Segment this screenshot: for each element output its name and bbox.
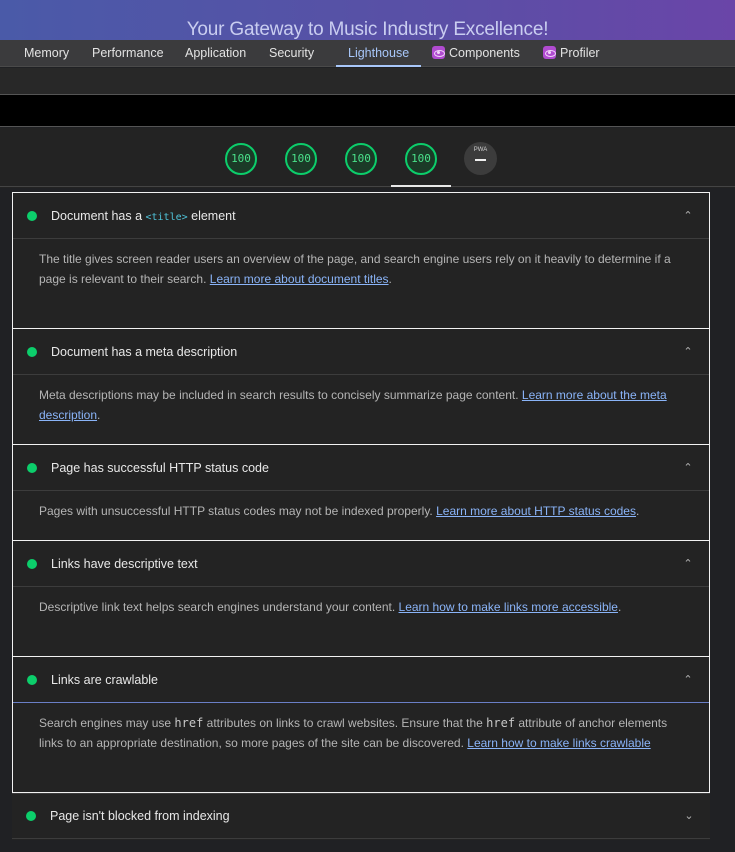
tab-application[interactable]: Application: [183, 40, 248, 67]
audit-is-crawlable: Page isn't blocked from indexing ⌄: [12, 793, 710, 840]
audit-description: Descriptive link text helps search engin…: [39, 600, 622, 614]
pass-status-icon: [27, 558, 37, 569]
tab-label: Application: [185, 46, 247, 60]
pass-status-icon: [27, 674, 37, 685]
banner-title: Your Gateway to Music Industry Excellenc…: [186, 19, 549, 40]
pass-status-icon: [27, 346, 37, 357]
learn-more-link[interactable]: Learn how to make links more accessible: [399, 600, 618, 614]
tab-label: Memory: [24, 46, 70, 60]
audit-document-title: Document has a <title> element ⌃ The tit…: [12, 192, 710, 329]
learn-more-link[interactable]: Learn more about HTTP status codes: [436, 504, 636, 518]
tab-security[interactable]: Security: [267, 40, 316, 67]
score-gauge-seo[interactable]: 100: [405, 143, 437, 175]
report-topbar: [0, 95, 735, 127]
tab-performance[interactable]: Performance: [90, 40, 166, 67]
tab-profiler[interactable]: Profiler: [541, 40, 602, 67]
audit-list: Document has a <title> element ⌃ The tit…: [0, 188, 735, 852]
pwa-label: PWA: [473, 147, 488, 153]
audit-description: Pages with unsuccessful HTTP status code…: [39, 504, 640, 518]
audit-title: Links are crawlable: [51, 672, 158, 687]
chevron-up-icon[interactable]: ⌃: [681, 461, 695, 475]
audit-header[interactable]: Document has a <title> element ⌃: [13, 193, 709, 239]
learn-more-link[interactable]: Learn how to make links crawlable: [467, 736, 650, 750]
audit-title: Page has successful HTTP status code: [51, 460, 269, 475]
audit-title: Document has a meta description: [51, 344, 238, 359]
chevron-up-icon[interactable]: ⌃: [681, 209, 695, 223]
chevron-up-icon[interactable]: ⌃: [681, 345, 695, 359]
learn-more-link[interactable]: Learn more about document titles: [210, 272, 389, 286]
score-gauge-best-practices[interactable]: 100: [345, 143, 377, 175]
audit-meta-description: Document has a meta description ⌃ Meta d…: [12, 328, 710, 445]
page-banner: Your Gateway to Music Industry Excellenc…: [0, 0, 735, 40]
audit-header[interactable]: Links are crawlable ⌃: [13, 657, 709, 703]
chevron-down-icon[interactable]: ⌄: [682, 809, 696, 823]
audit-description: The title gives screen reader users an o…: [39, 252, 671, 286]
audit-header[interactable]: Page isn't blocked from indexing ⌄: [12, 793, 710, 839]
pass-status-icon: [27, 210, 37, 221]
score-gauge-accessibility[interactable]: 100: [285, 143, 317, 175]
audit-http-status-code: Page has successful HTTP status code ⌃ P…: [12, 444, 710, 541]
chevron-up-icon[interactable]: ⌃: [681, 557, 695, 571]
lighthouse-toolbar: [0, 68, 735, 95]
tab-label: Security: [269, 46, 315, 60]
devtools-tab-bar: Memory Performance Application Security …: [0, 40, 735, 67]
audit-description: Search engines may use href attributes o…: [39, 716, 668, 750]
audit-title: Page isn't blocked from indexing: [50, 809, 230, 823]
divider: [0, 186, 735, 187]
selected-score-indicator: [391, 185, 451, 187]
audit-header[interactable]: Page has successful HTTP status code ⌃: [13, 445, 709, 491]
react-icon: [432, 46, 445, 59]
score-gauge-pwa[interactable]: PWA: [464, 142, 497, 175]
tab-components[interactable]: Components: [430, 40, 522, 67]
audit-description: Meta descriptions may be included in sea…: [39, 388, 667, 422]
score-gauges-bar: 100 100 100 100 PWA: [0, 128, 735, 188]
tab-memory[interactable]: Memory: [22, 40, 71, 67]
chevron-up-icon[interactable]: ⌃: [681, 673, 695, 687]
audit-header[interactable]: Links have descriptive text ⌃: [13, 541, 709, 587]
audit-title: Document has a <title> element: [51, 208, 236, 223]
audit-link-text: Links have descriptive text ⌃ Descriptiv…: [12, 540, 710, 657]
tab-label: Components: [449, 46, 520, 60]
score-gauge-performance[interactable]: 100: [225, 143, 257, 175]
pass-status-icon: [26, 811, 36, 821]
pass-status-icon: [27, 462, 37, 473]
pwa-dash-icon: [475, 159, 486, 161]
audit-title: Links have descriptive text: [51, 556, 198, 571]
tab-label: Profiler: [560, 46, 600, 60]
tab-label: Performance: [92, 46, 164, 60]
audit-crawlable-anchors: Links are crawlable ⌃ Search engines may…: [12, 656, 710, 793]
react-icon: [543, 46, 556, 59]
tab-lighthouse[interactable]: Lighthouse: [335, 40, 422, 67]
audit-header[interactable]: Document has a meta description ⌃: [13, 329, 709, 375]
tab-label: Lighthouse: [348, 46, 410, 60]
